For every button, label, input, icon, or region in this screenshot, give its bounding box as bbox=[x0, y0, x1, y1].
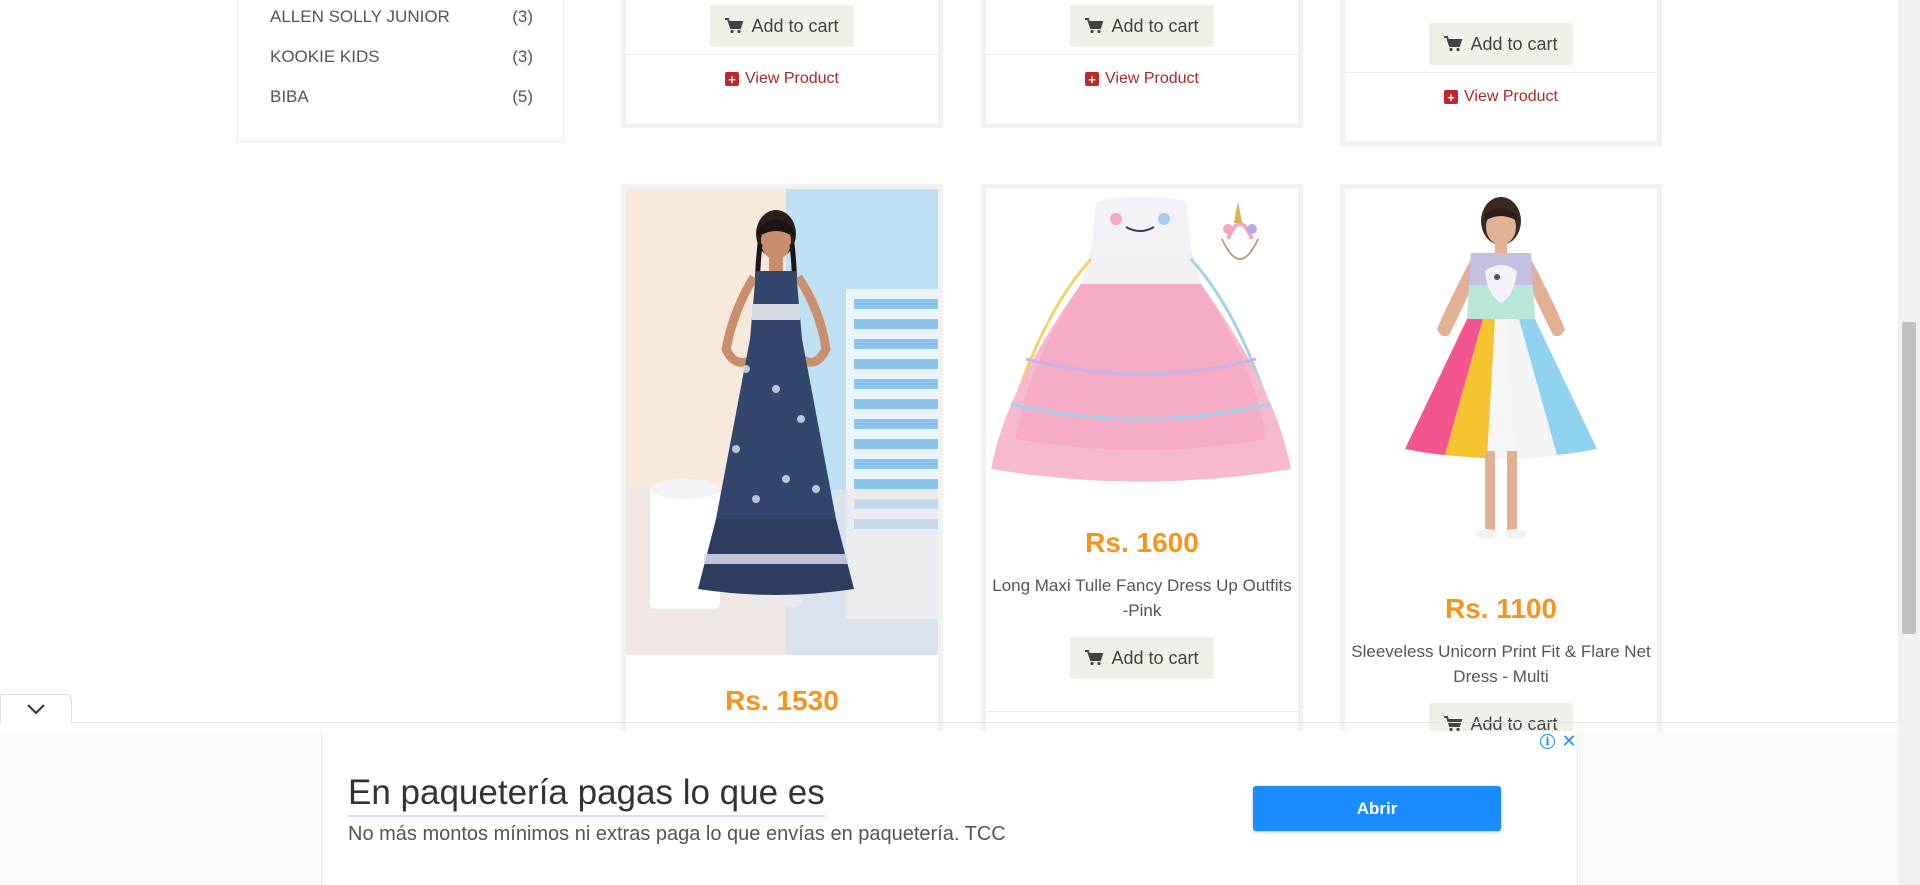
product-price: Rs. 1100 bbox=[1444, 593, 1558, 624]
brand-name: KOOKIE KIDS bbox=[270, 47, 380, 66]
chevron-down-icon bbox=[27, 704, 45, 715]
product-card: Rs. 1600 Long Maxi Tulle Fancy Dress Up … bbox=[981, 184, 1303, 744]
view-product-link[interactable]: + View Product bbox=[1345, 88, 1657, 106]
info-icon[interactable]: i bbox=[1540, 734, 1555, 749]
product-card: Add to cart + View Product bbox=[981, 0, 1303, 128]
view-product-label: View Product bbox=[1464, 88, 1558, 105]
brand-filter-panel: ALLEN SOLLY JUNIOR (3) KOOKIE KIDS (3) B… bbox=[237, 0, 564, 142]
product-price: Rs. 1530 bbox=[725, 685, 839, 716]
ad-unit[interactable]: En paquetería pagas lo que es No más mon… bbox=[321, 731, 1578, 885]
view-product-label: View Product bbox=[745, 70, 839, 87]
brand-filter-item[interactable]: BIBA (5) bbox=[270, 85, 533, 109]
product-card: Add to cart + View Product bbox=[1340, 0, 1662, 146]
product-name[interactable]: Sleeveless Unicorn Print Fit & Flare Net… bbox=[1345, 639, 1657, 689]
product-card: Add to cart + View Product bbox=[621, 0, 943, 128]
plus-square-icon: + bbox=[1444, 90, 1458, 104]
cart-icon bbox=[725, 18, 744, 34]
plus-square-icon: + bbox=[725, 72, 739, 86]
product-price: Rs. 1600 bbox=[1085, 527, 1199, 558]
view-product-label: View Product bbox=[1105, 70, 1199, 87]
product-name[interactable]: Long Maxi Tulle Fancy Dress Up Outfits -… bbox=[986, 573, 1298, 623]
scrollbar-thumb[interactable] bbox=[1902, 322, 1916, 634]
add-to-cart-label: Add to cart bbox=[751, 15, 839, 36]
brand-filter-item[interactable]: ALLEN SOLLY JUNIOR (3) bbox=[270, 5, 533, 29]
card-divider bbox=[626, 54, 938, 55]
cart-icon bbox=[1444, 36, 1463, 52]
brand-count: (5) bbox=[512, 87, 533, 106]
product-card: Rs. 1100 Sleeveless Unicorn Print Fit & … bbox=[1340, 184, 1662, 745]
cart-icon bbox=[1085, 650, 1104, 666]
add-to-cart-button[interactable]: Add to cart bbox=[1070, 637, 1214, 679]
brand-name: BIBA bbox=[270, 87, 309, 106]
view-product-link[interactable]: + View Product bbox=[986, 70, 1298, 88]
cart-icon bbox=[1085, 18, 1104, 34]
add-to-cart-button[interactable]: Add to cart bbox=[1429, 23, 1573, 65]
product-image[interactable] bbox=[1345, 189, 1657, 575]
brand-count: (3) bbox=[512, 47, 533, 66]
product-image[interactable] bbox=[986, 189, 1298, 509]
view-product-link[interactable]: + View Product bbox=[626, 70, 938, 88]
ad-description: No más montos mínimos ni extras paga lo … bbox=[348, 823, 1006, 845]
brand-name: ALLEN SOLLY JUNIOR bbox=[270, 7, 450, 26]
close-icon[interactable]: ✕ bbox=[1559, 731, 1579, 751]
brand-filter-item[interactable]: KOOKIE KIDS (3) bbox=[270, 45, 533, 69]
add-to-cart-button[interactable]: Add to cart bbox=[710, 5, 854, 47]
ad-headline[interactable]: En paquetería pagas lo que es bbox=[348, 773, 825, 817]
add-to-cart-label: Add to cart bbox=[1470, 33, 1558, 54]
add-to-cart-label: Add to cart bbox=[1111, 15, 1199, 36]
page-scrollbar[interactable] bbox=[1898, 0, 1920, 885]
add-to-cart-button[interactable]: Add to cart bbox=[1070, 5, 1214, 47]
card-divider bbox=[1345, 72, 1657, 73]
plus-square-icon: + bbox=[1085, 72, 1099, 86]
cart-icon bbox=[1444, 716, 1463, 732]
ad-top-border bbox=[0, 722, 1898, 723]
page-viewport: ALLEN SOLLY JUNIOR (3) KOOKIE KIDS (3) B… bbox=[0, 0, 1920, 885]
ad-open-button[interactable]: Abrir bbox=[1253, 786, 1501, 831]
product-image[interactable] bbox=[626, 189, 938, 655]
product-card: Rs. 1530 bbox=[621, 184, 943, 744]
brand-count: (3) bbox=[512, 7, 533, 26]
card-divider bbox=[986, 711, 1298, 712]
card-divider bbox=[986, 54, 1298, 55]
add-to-cart-label: Add to cart bbox=[1111, 647, 1199, 668]
ad-collapse-button[interactable] bbox=[0, 694, 72, 723]
